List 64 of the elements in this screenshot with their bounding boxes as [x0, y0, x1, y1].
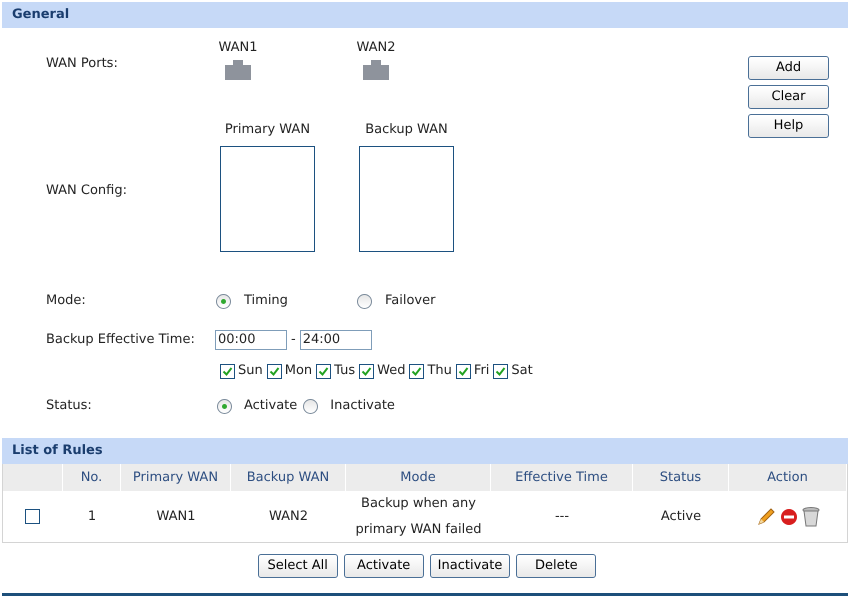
checkbox[interactable]	[409, 364, 424, 378]
radio-button[interactable]	[357, 294, 372, 308]
port-label: WAN2	[356, 39, 396, 58]
radio-button[interactable]	[216, 294, 231, 308]
section-title: General	[12, 6, 70, 24]
table-cell-text: WAN1	[155, 508, 197, 526]
action-button[interactable]: Clear	[748, 85, 829, 109]
radio-label: Timing	[244, 292, 288, 310]
day-label: Fri	[474, 362, 490, 380]
ethernet-port-icon	[225, 60, 251, 80]
list-title: Primary WAN	[224, 121, 310, 140]
table-button[interactable]: Inactivate	[430, 554, 510, 578]
field-label: Status:	[46, 397, 93, 416]
day-label: Tus	[334, 362, 356, 380]
radio-button[interactable]	[217, 398, 232, 414]
checkbox[interactable]	[24, 509, 40, 524]
column-header: Effective Time	[491, 464, 633, 491]
column-header: Action	[729, 464, 847, 491]
field-label: Backup Effective Time:	[46, 331, 196, 350]
day-label: Wed	[377, 362, 406, 380]
block-icon[interactable]	[780, 508, 798, 526]
checkbox[interactable]	[266, 364, 282, 378]
column-header: Primary WAN	[121, 464, 231, 491]
column-header: Status	[633, 464, 729, 491]
pencil-icon[interactable]	[756, 506, 776, 526]
port-label: WAN1	[218, 39, 258, 58]
radio-label: Inactivate	[330, 397, 395, 416]
table-cell-text: WAN2	[268, 508, 310, 526]
day-label: Sat	[511, 362, 533, 380]
table-cell-text: 1	[86, 508, 98, 526]
action-button[interactable]: Help	[748, 114, 829, 138]
table-button[interactable]: Delete	[516, 554, 596, 578]
separator: -	[291, 331, 296, 350]
list-title: Backup WAN	[365, 121, 448, 140]
table-cell-text: Active	[660, 508, 702, 526]
day-label: Sun	[238, 362, 263, 380]
table-button[interactable]: Activate	[344, 554, 424, 578]
ethernet-port-icon	[363, 60, 389, 80]
section-title: List of Rules	[12, 442, 103, 460]
day-label: Mon	[284, 362, 312, 380]
field-label: WAN Config:	[46, 182, 128, 200]
radio-label: Failover	[385, 292, 436, 310]
table-cell-text: Backup when any primary WAN failed	[354, 494, 482, 538]
wan-list-box[interactable]	[359, 146, 454, 252]
checkbox[interactable]	[493, 364, 508, 378]
column-header: No.	[63, 464, 121, 491]
radio-label: Activate	[244, 397, 298, 416]
checkbox[interactable]	[316, 364, 332, 378]
column-header: Mode	[346, 464, 491, 491]
column-header: Backup WAN	[231, 464, 346, 491]
radio-button[interactable]	[303, 398, 318, 414]
checkbox[interactable]	[359, 364, 374, 378]
table-button[interactable]: Select All	[258, 554, 338, 578]
checkbox[interactable]	[456, 364, 471, 378]
time-field[interactable]: 24:00	[300, 330, 372, 350]
table-cell-text: ---	[554, 508, 570, 526]
field-label: Mode:	[46, 292, 87, 310]
action-button[interactable]: Add	[748, 56, 829, 80]
wan-list-box[interactable]	[220, 146, 315, 252]
time-field[interactable]: 00:00	[215, 330, 287, 350]
checkbox[interactable]	[220, 364, 235, 378]
day-label: Thu	[427, 362, 452, 380]
trash-icon[interactable]	[802, 506, 820, 528]
field-label: WAN Ports:	[46, 55, 119, 74]
